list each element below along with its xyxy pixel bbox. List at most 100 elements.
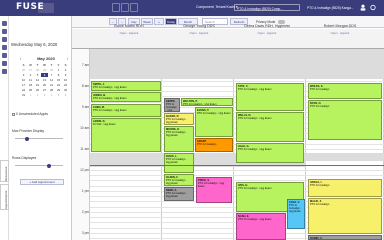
calendar-day[interactable]: 18 bbox=[27, 83, 34, 87]
next-month-button[interactable]: › bbox=[67, 56, 68, 61]
appointment-block[interactable]: EVANS, T. PTO & Invisalign · Hyg Exam bbox=[195, 107, 233, 137]
max-provider-slider[interactable] bbox=[15, 136, 63, 141]
nav-home-button[interactable] bbox=[121, 3, 129, 12]
admin-icon[interactable] bbox=[2, 61, 7, 66]
prev-month-button[interactable]: ‹ bbox=[20, 56, 21, 61]
rows-slider-thumb[interactable] bbox=[47, 163, 51, 168]
calendar-day[interactable]: 5 bbox=[34, 73, 41, 77]
appointment-block[interactable]: DAVIS, L. PTO & Invisalign · Hyg Exam bbox=[164, 153, 194, 173]
add-appointment-button[interactable]: + Add Appointment bbox=[20, 179, 64, 185]
calendar-day[interactable]: 15 bbox=[55, 78, 62, 82]
calendar-day[interactable]: 7 bbox=[48, 73, 55, 77]
calendar-day[interactable]: 10 bbox=[20, 78, 27, 82]
settings-icon[interactable] bbox=[370, 4, 376, 11]
calendar-day[interactable]: 2 bbox=[34, 93, 41, 97]
appointment-block[interactable]: LEWIS, D. Dr Visit · Hyg Exam bbox=[91, 118, 161, 152]
appointment-block[interactable]: BAKER, R. PTO & Invisalign · Hyg Exam bbox=[164, 113, 194, 125]
calendar-day[interactable]: 22 bbox=[55, 83, 62, 87]
calendar-day[interactable]: 17 bbox=[20, 83, 27, 87]
appointment-block[interactable]: MALIK, Z. PTO & Invisalign bbox=[308, 198, 382, 234]
appointment-block[interactable]: VARGA, I. PTO & Invisalign bbox=[308, 179, 382, 197]
side-tab-appointments[interactable]: Appointments bbox=[0, 184, 9, 210]
account-menu[interactable]: Component, Tenant Kuchi ▾ bbox=[196, 5, 238, 9]
provider-name-1[interactable]: Bruce Martin RDH bbox=[94, 24, 164, 28]
privacy-mode-toggle[interactable] bbox=[278, 19, 285, 24]
provider-name-2[interactable]: George Young DDS bbox=[164, 24, 234, 28]
calendar-day[interactable]: 16 bbox=[62, 78, 69, 82]
side-tab-resources[interactable]: Resources bbox=[0, 160, 9, 182]
calendar-day[interactable]: 27 bbox=[41, 88, 48, 92]
calendar-day[interactable]: 20 bbox=[41, 83, 48, 87]
calendar-day[interactable]: 1 bbox=[55, 68, 62, 72]
appointment-block[interactable]: JONES, B. PTO & Invisalign · Hyg Exam bbox=[91, 92, 161, 102]
appointment-block[interactable]: CHEN, M. PTO & Invisalign · Hyg Exam bbox=[91, 104, 161, 117]
reports-icon[interactable] bbox=[2, 45, 7, 50]
appointment-block[interactable]: NASH, E. PTO & Invisalign · Hyg Exam bbox=[236, 213, 286, 240]
calendar-day[interactable]: 31 bbox=[20, 93, 27, 97]
calendar-day[interactable]: 3 bbox=[20, 73, 27, 77]
provider-name-4[interactable]: Robert Morgan DDS bbox=[305, 24, 375, 28]
calendar-day[interactable]: 13 bbox=[41, 78, 48, 82]
user-icon[interactable] bbox=[360, 4, 366, 11]
appointment-block[interactable]: KEPPEPTO & Invisalign · Hyg Exam bbox=[164, 98, 180, 112]
calendar-day[interactable]: 21 bbox=[48, 83, 55, 87]
location-select-secondary[interactable]: PTO & Invisalign (5525) Kanga... bbox=[306, 4, 358, 11]
calendar-day[interactable]: 8 bbox=[55, 73, 62, 77]
calendar-day[interactable]: 5 bbox=[55, 93, 62, 97]
calendar-day[interactable]: 2 bbox=[62, 68, 69, 72]
calendar-day[interactable]: 11 bbox=[27, 78, 34, 82]
calendar-day[interactable]: 4 bbox=[27, 73, 34, 77]
calendar-day[interactable]: 14 bbox=[48, 78, 55, 82]
calendar-day[interactable]: 6 bbox=[62, 93, 69, 97]
appointment-block[interactable]: COLE, V. PTO & Invisalign · Hyg Exam bbox=[287, 199, 305, 229]
appointment-block[interactable]: TATE, C. PTO & Invisalign · Hyg Exam bbox=[236, 83, 304, 111]
calendar-day[interactable]: 6 bbox=[41, 72, 48, 78]
appointment-block[interactable]: SMITH, J. PTO & Invisalign · Hyg Exam bbox=[91, 81, 161, 91]
schedule-icon[interactable] bbox=[2, 29, 7, 34]
appointment-block[interactable]: PRICE, S. PTO & Invisalign · Hyg Exam bbox=[196, 177, 232, 203]
calendar-day[interactable]: 26 bbox=[20, 68, 27, 72]
unscheduled-appts[interactable]: 0 Unscheduled Appts bbox=[12, 112, 48, 116]
appointment-block[interactable]: WALTON, P. PTO & Invisalign · Hyg Exam bbox=[181, 98, 233, 106]
calendar-day[interactable]: 28 bbox=[34, 68, 41, 72]
calendar-day[interactable]: 28 bbox=[48, 88, 55, 92]
calendar-day[interactable]: 3 bbox=[41, 93, 48, 97]
messages-icon[interactable] bbox=[2, 53, 7, 58]
patients-icon[interactable] bbox=[2, 21, 7, 26]
calendar-day[interactable]: 27 bbox=[27, 68, 34, 72]
provider-sub-2: Open · Appoint bbox=[189, 31, 209, 35]
appointment-block[interactable]: WELLS, N. PTO & Invisalign · Hyg Exam bbox=[236, 112, 304, 142]
grid-line bbox=[90, 169, 384, 171]
nav-menu-button[interactable] bbox=[130, 3, 138, 12]
location-select[interactable]: PTO & Invisalign (5520) Comp... bbox=[234, 4, 300, 11]
appointment-block[interactable]: WOLFE, S. PTO & Invisalign bbox=[308, 83, 382, 99]
calendar-day[interactable]: 23 bbox=[62, 83, 69, 87]
calendar-day[interactable]: 30 bbox=[48, 68, 55, 72]
appointment-block[interactable]: QUINN, U.PTO & Invisalign bbox=[308, 235, 382, 240]
calendar-day[interactable]: 1 bbox=[27, 93, 34, 97]
provider-name-3[interactable]: Debra Davis RDH, Hygienist bbox=[232, 24, 302, 28]
calendar-day[interactable]: 30 bbox=[62, 88, 69, 92]
appointment-block[interactable]: HALE, G. PTO & Invisalign · Hyg Exam bbox=[236, 143, 304, 163]
billing-icon[interactable] bbox=[2, 37, 7, 42]
calendar-day[interactable]: 19 bbox=[34, 83, 41, 87]
appointment-block[interactable]: REED, A. PTO & Invisalign · Hyg Exam bbox=[164, 187, 194, 201]
calendar-day[interactable]: 12 bbox=[34, 78, 41, 82]
appointment-block[interactable]: OLSEN, F. PTO & Invisalign · Hyg Exam bbox=[164, 174, 194, 186]
calendar-day[interactable]: 24 bbox=[20, 88, 27, 92]
unscheduled-checkbox[interactable] bbox=[12, 112, 15, 116]
calendar-day[interactable]: 4 bbox=[48, 93, 55, 97]
calendar-day[interactable]: 26 bbox=[34, 88, 41, 92]
max-provider-slider-thumb[interactable] bbox=[25, 136, 29, 141]
global-search[interactable] bbox=[38, 3, 54, 13]
calendar-day[interactable]: 29 bbox=[41, 68, 48, 72]
calendar-day[interactable]: 25 bbox=[27, 88, 34, 92]
appointment-block[interactable]: MOORE, K. PTO & Invisalign · Hyg Exam bbox=[164, 126, 194, 152]
calendar-day[interactable]: 29 bbox=[55, 88, 62, 92]
appointment-block[interactable]: RYAN, O. PTO & Invisalign bbox=[308, 100, 382, 140]
nav-back-button[interactable] bbox=[112, 3, 120, 12]
calendar-day[interactable]: 9 bbox=[62, 73, 69, 77]
help-icon[interactable] bbox=[2, 69, 7, 74]
rows-slider[interactable] bbox=[15, 163, 63, 168]
appointment-block[interactable]: GRANT PTO & Invisalign bbox=[195, 138, 233, 152]
